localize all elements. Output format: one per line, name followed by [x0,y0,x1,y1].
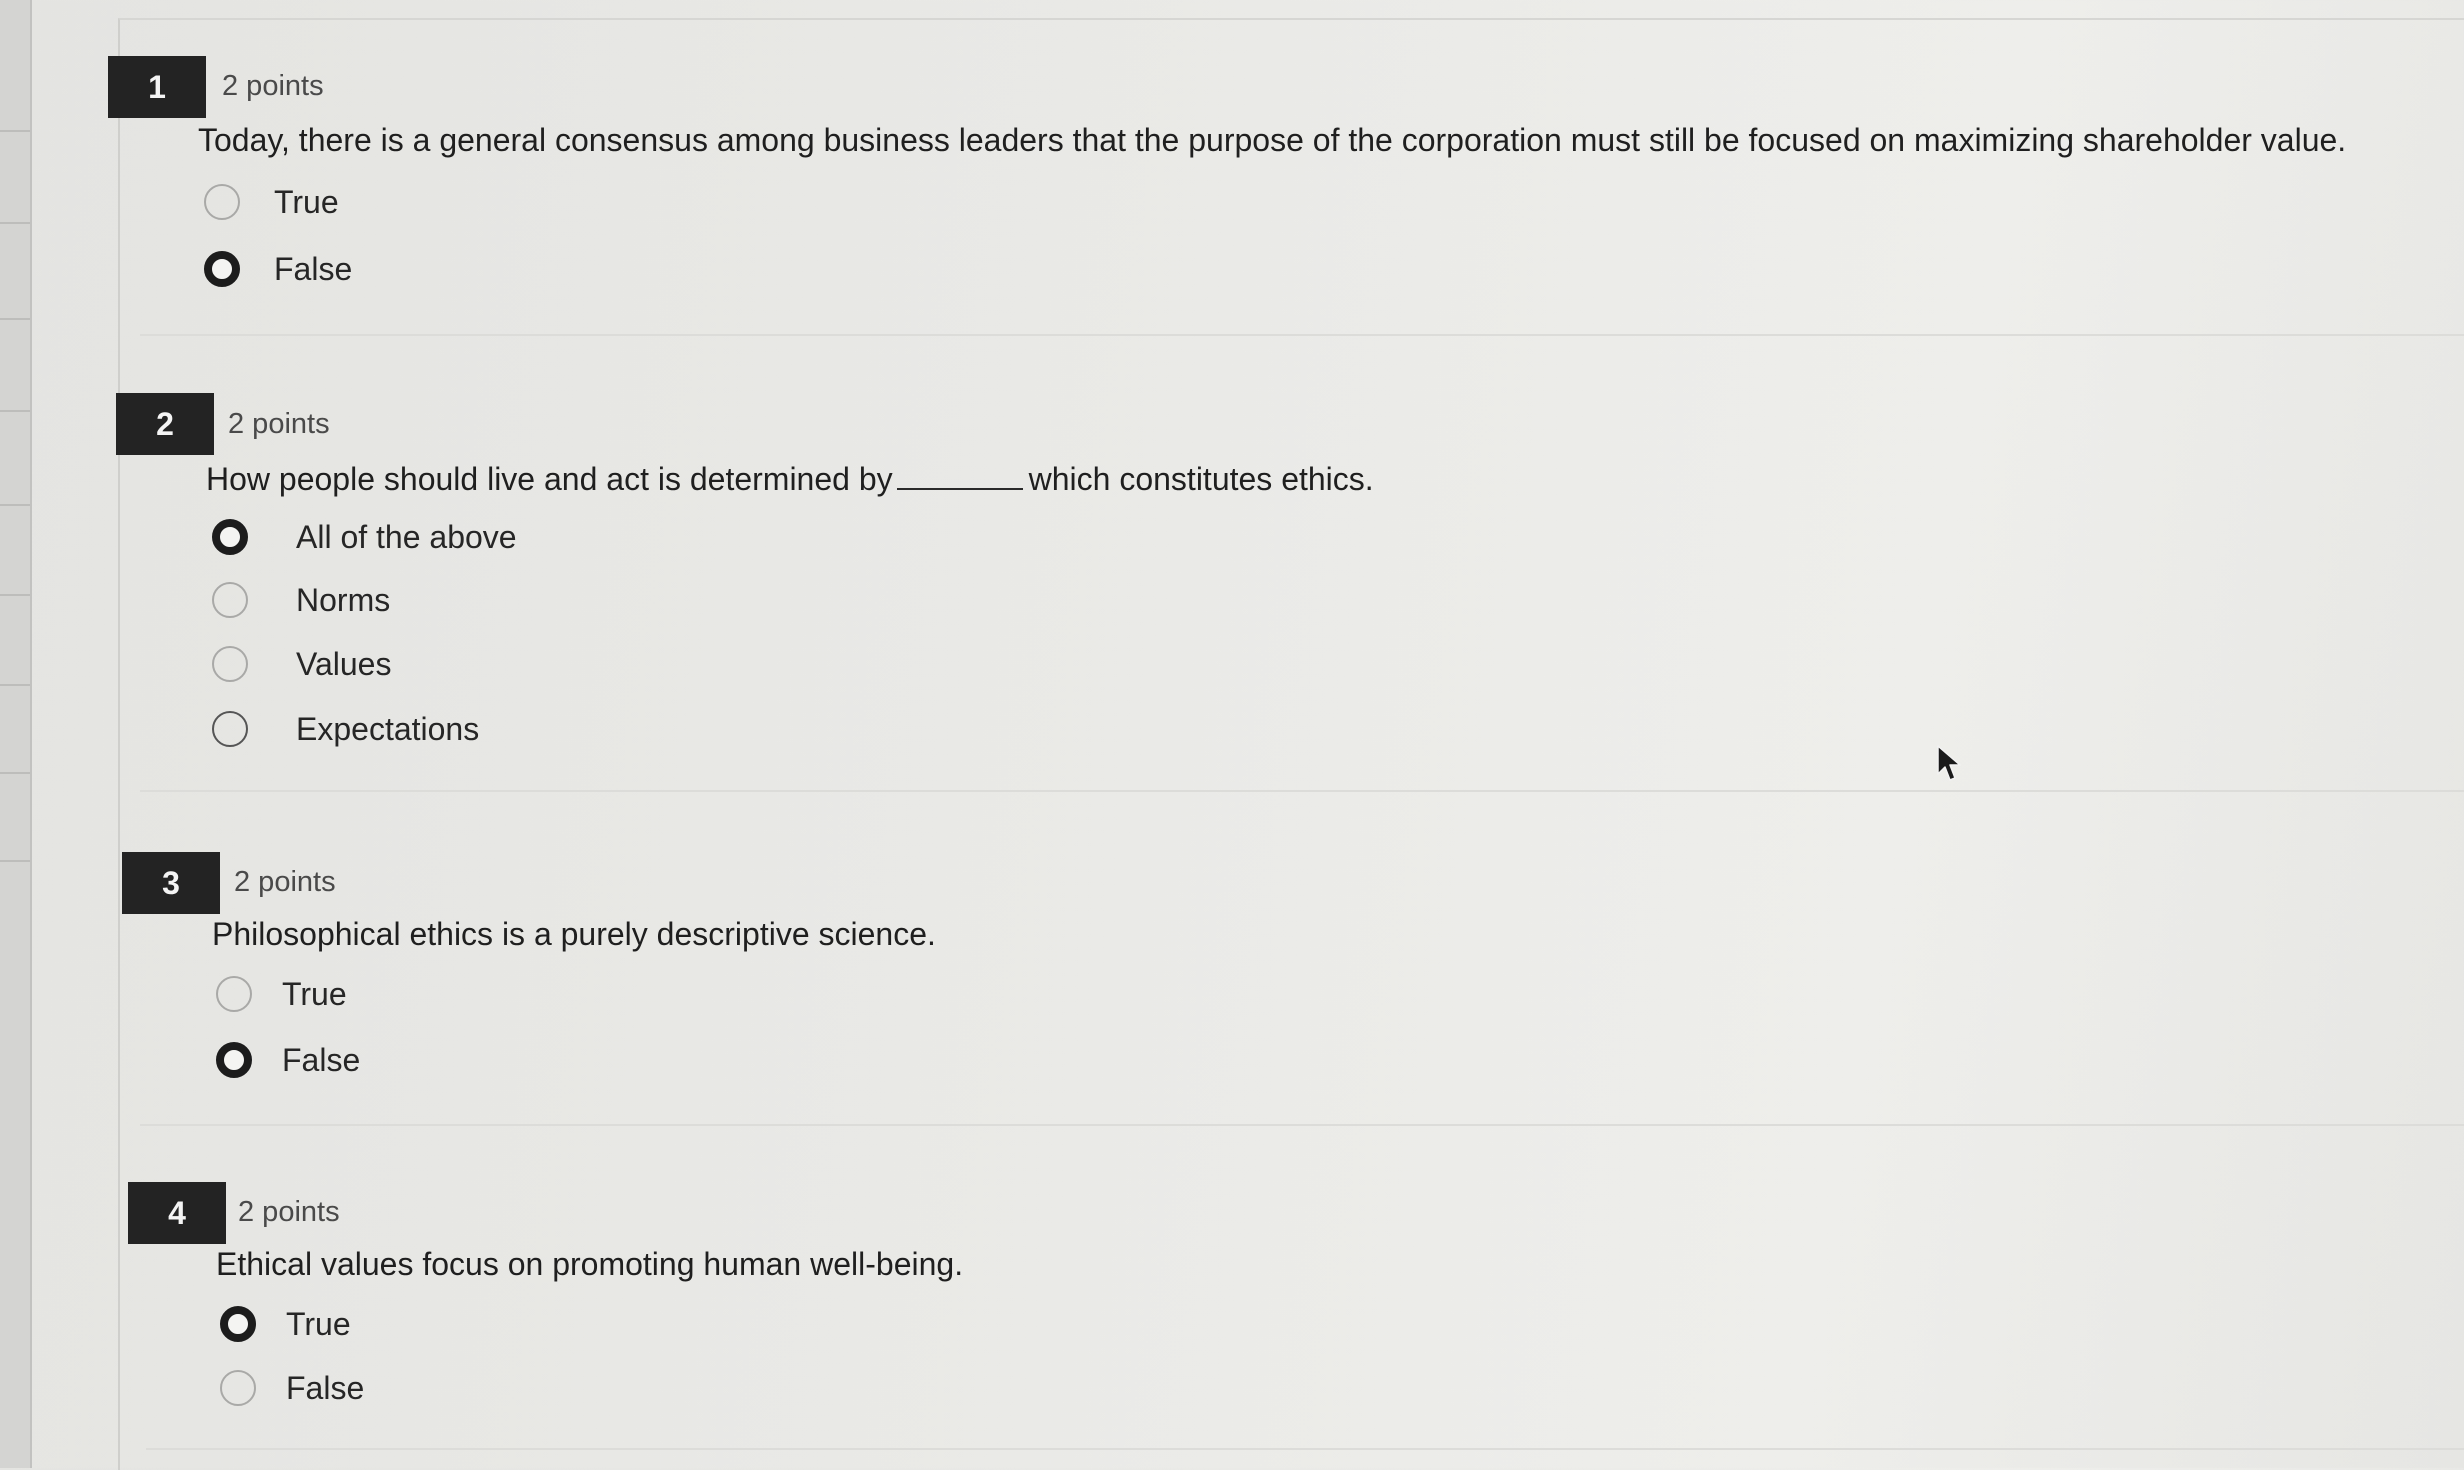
radio-unselected-icon[interactable] [216,976,252,1012]
option-norms[interactable]: Norms [212,578,390,622]
option-label: True [274,183,339,220]
question-points: 2 points [234,866,336,898]
option-label: False [274,250,353,287]
question-text-before: How people should live and act is determ… [206,461,893,497]
option-false[interactable]: False [220,1366,364,1410]
question-text: Ethical values focus on promoting human … [216,1246,964,1282]
question-divider [140,334,2464,336]
question-number-badge: 3 [122,852,220,914]
question-text: Today, there is a general consensus amon… [198,122,2347,158]
option-label: Expectations [296,710,480,747]
radio-unselected-icon[interactable] [204,184,240,220]
radio-unselected-icon[interactable] [212,582,248,618]
radio-selected-icon[interactable] [212,519,248,555]
option-true[interactable]: True [220,1302,351,1346]
option-label: Norms [296,581,391,618]
question-number-badge: 1 [108,56,206,118]
option-label: False [286,1369,365,1406]
option-expectations[interactable]: Expectations [212,707,479,751]
radio-selected-icon[interactable] [216,1042,252,1078]
radio-unselected-icon[interactable] [212,646,248,682]
question-divider [146,1448,2464,1450]
radio-selected-icon[interactable] [204,251,240,287]
option-values[interactable]: Values [212,642,391,686]
option-false[interactable]: False [204,247,352,291]
sidebar-divider [0,772,30,774]
option-true[interactable]: True [204,180,339,224]
question-text: How people should live and act is determ… [206,458,1374,498]
sidebar-divider [0,594,30,596]
mouse-pointer-icon [1937,745,1961,781]
option-label: Values [296,645,392,682]
left-sidebar-strip [0,0,32,1468]
question-divider [140,1124,2464,1126]
sidebar-divider [0,410,30,412]
sidebar-divider [0,318,30,320]
radio-unselected-icon[interactable] [212,711,248,747]
option-label: False [282,1041,361,1078]
sidebar-divider [0,130,30,132]
sidebar-divider [0,860,30,862]
radio-selected-icon[interactable] [220,1306,256,1342]
question-divider [140,790,2464,792]
question-text: Philosophical ethics is a purely descrip… [212,916,936,952]
question-points: 2 points [222,70,324,102]
sidebar-divider [0,222,30,224]
radio-unselected-icon[interactable] [220,1370,256,1406]
question-points: 2 points [228,408,330,440]
option-label: True [286,1305,351,1342]
option-true[interactable]: True [216,972,347,1016]
sidebar-divider [0,684,30,686]
question-number-badge: 4 [128,1182,226,1244]
option-false[interactable]: False [216,1038,360,1082]
fill-in-blank [896,458,1023,490]
question-text-after: which constitutes ethics. [1028,461,1374,497]
option-label: True [282,975,347,1012]
sidebar-divider [0,504,30,506]
option-label: All of the above [296,518,517,555]
question-number-badge: 2 [116,393,214,455]
question-points: 2 points [238,1196,340,1228]
option-all-of-the-above[interactable]: All of the above [212,515,517,559]
